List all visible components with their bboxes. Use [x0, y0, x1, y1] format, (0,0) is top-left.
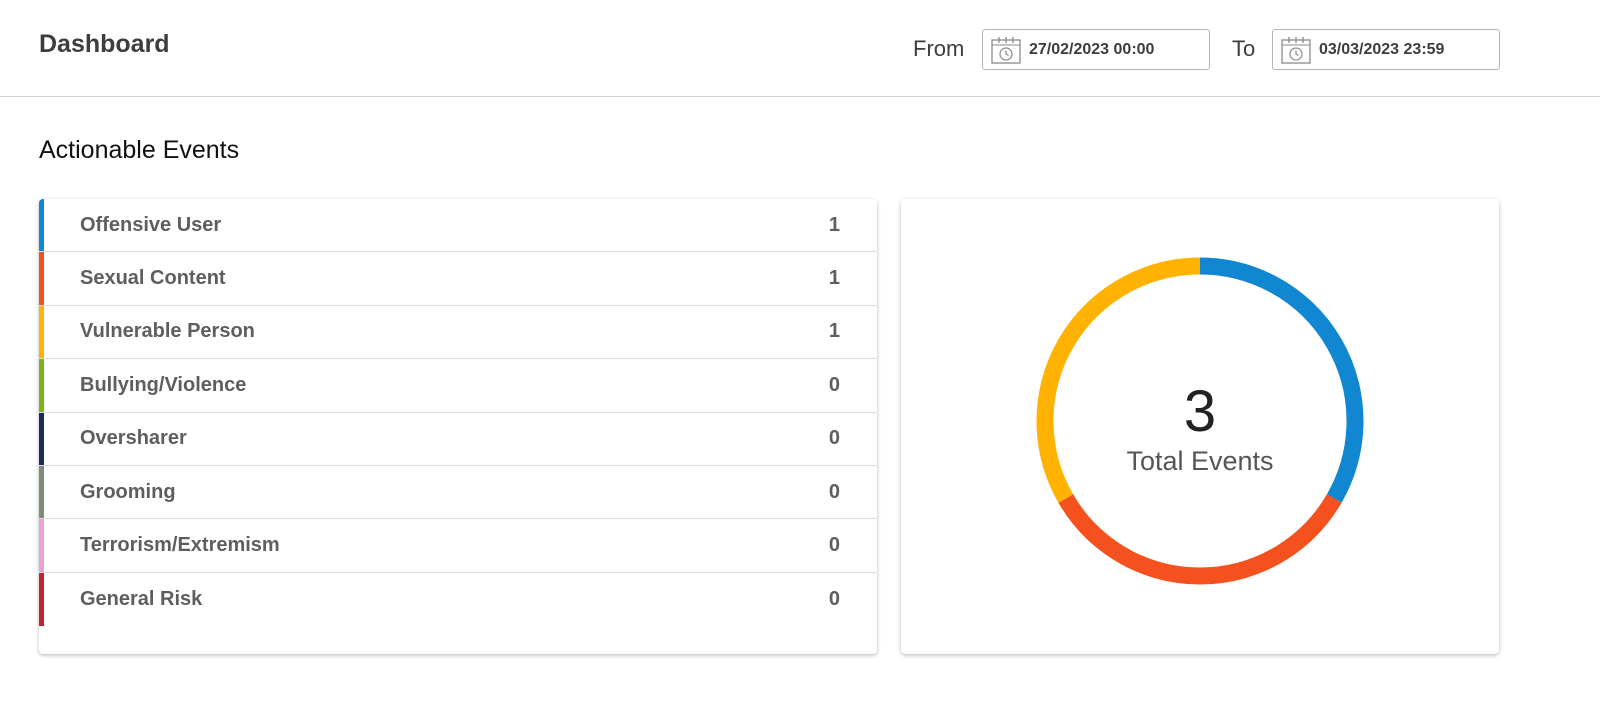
event-count: 0: [828, 373, 840, 396]
from-date-picker[interactable]: 27/02/2023 00:00: [982, 29, 1210, 70]
header: Dashboard From 27/02/2023 00:00 To 03/03…: [0, 0, 1600, 97]
page-title: Dashboard: [39, 30, 170, 58]
event-color-bar: [39, 359, 44, 412]
total-events-label: Total Events: [1126, 446, 1273, 476]
event-label: Vulnerable Person: [80, 320, 255, 343]
event-count: 1: [828, 213, 840, 236]
event-count: 0: [828, 587, 840, 610]
section-title: Actionable Events: [39, 136, 240, 164]
event-row-offensive-user[interactable]: Offensive User 1: [39, 199, 877, 253]
to-date-value: 03/03/2023 23:59: [1319, 40, 1445, 58]
event-list-card: Offensive User 1 Sexual Content 1 Vulner…: [39, 199, 877, 654]
event-row-terrorism-extremism[interactable]: Terrorism/Extremism 0: [39, 519, 877, 573]
event-count: 0: [828, 480, 840, 503]
event-color-bar: [39, 199, 44, 252]
event-label: Grooming: [80, 480, 176, 503]
event-count: 0: [828, 534, 840, 557]
event-row-grooming[interactable]: Grooming 0: [39, 465, 877, 520]
donut-chart-card: 3 Total Events: [901, 199, 1499, 654]
event-label: General Risk: [80, 587, 203, 610]
from-label: From: [913, 36, 965, 61]
event-color-bar: [39, 572, 44, 627]
calendar-icon: [1281, 36, 1311, 64]
event-row-general-risk[interactable]: General Risk 0: [39, 572, 877, 627]
event-color-bar: [39, 519, 44, 572]
event-label: Sexual Content: [80, 267, 226, 290]
total-events-value: 3: [1184, 379, 1216, 444]
event-row-oversharer[interactable]: Oversharer 0: [39, 412, 877, 466]
event-count: 1: [828, 320, 840, 343]
event-label: Bullying/Violence: [80, 373, 247, 396]
from-date-value: 27/02/2023 00:00: [1029, 40, 1155, 58]
event-label: Offensive User: [80, 213, 222, 236]
event-label: Terrorism/Extremism: [80, 534, 280, 557]
donut-slice-sexual-content[interactable]: [1058, 494, 1342, 585]
event-row-vulnerable-person[interactable]: Vulnerable Person 1: [39, 305, 877, 360]
calendar-icon: [991, 36, 1021, 64]
event-row-sexual-content[interactable]: Sexual Content 1: [39, 252, 877, 306]
event-color-bar: [39, 465, 44, 519]
event-color-bar: [39, 252, 44, 305]
event-color-bar: [39, 412, 44, 465]
event-color-bar: [39, 305, 44, 359]
to-label: To: [1232, 36, 1256, 61]
to-date-picker[interactable]: 03/03/2023 23:59: [1272, 29, 1500, 70]
event-row-bullying-violence[interactable]: Bullying/Violence 0: [39, 359, 877, 413]
event-count: 0: [828, 427, 840, 450]
event-count: 1: [828, 267, 840, 290]
event-label: Oversharer: [80, 427, 187, 450]
donut-chart: 3 Total Events: [1036, 257, 1364, 585]
